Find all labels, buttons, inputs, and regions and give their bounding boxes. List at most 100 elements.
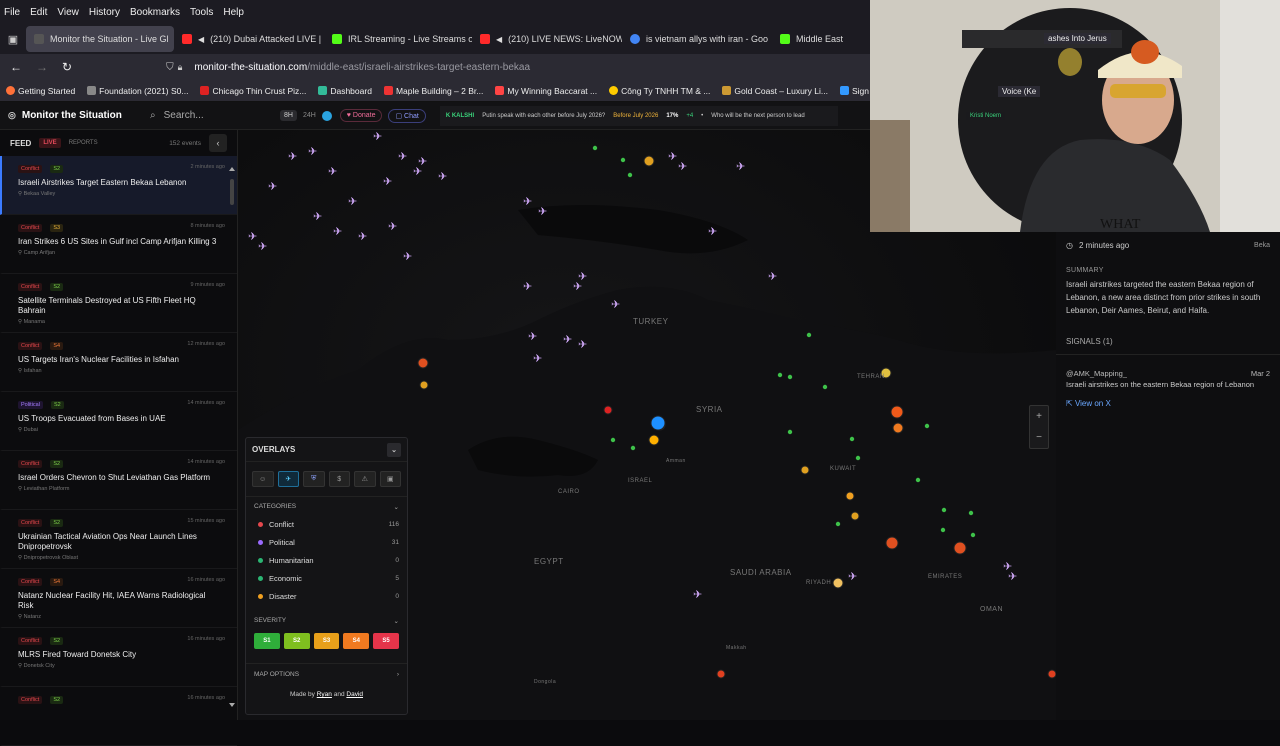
menu-file[interactable]: File [4, 7, 20, 18]
telegram-icon[interactable] [321, 110, 332, 121]
feed-item[interactable]: Conflict S2 15 minutes ago Ukrainian Tactic… [0, 510, 237, 569]
chat-button[interactable]: ▢ Chat [388, 108, 426, 123]
minor-event-marker[interactable] [855, 455, 861, 461]
event-marker[interactable] [885, 536, 899, 550]
category-filter[interactable]: Conflict 116 [246, 515, 407, 533]
event-marker[interactable] [890, 405, 904, 419]
aircraft-icon[interactable]: ✈ [611, 299, 620, 311]
tab-middle-east[interactable]: Middle East [772, 26, 852, 52]
aircraft-icon[interactable]: ✈ [848, 571, 857, 583]
view-on-x-link[interactable]: ⇱ View on X [1056, 389, 1280, 418]
event-marker[interactable] [648, 434, 660, 446]
address-bar[interactable]: ⛉ 🔒︎ monitor-the-situation.com/middle-ea… [166, 62, 530, 73]
aircraft-icon[interactable]: ✈ [388, 221, 397, 233]
minor-event-marker[interactable] [915, 477, 921, 483]
aircraft-icon[interactable]: ✈ [288, 151, 297, 163]
aircraft-icon[interactable]: ✈ [418, 156, 427, 168]
aircraft-icon[interactable]: ✈ [668, 151, 677, 163]
bookmark-item[interactable]: Maple Building – 2 Br... [383, 86, 483, 96]
severity-section[interactable]: SEVERITY ⌄ [246, 605, 407, 629]
speaker-icon[interactable]: ◀ [198, 35, 204, 44]
bookmark-item[interactable]: Gold Coast – Luxury Li... [722, 86, 828, 96]
aircraft-icon[interactable]: ✈ [1003, 561, 1012, 573]
url-text[interactable]: monitor-the-situation.com/middle-east/is… [194, 62, 530, 73]
aircraft-icon[interactable]: ✈ [533, 353, 542, 365]
feed-scrollbar[interactable] [228, 165, 236, 710]
scroll-up-icon[interactable] [229, 167, 235, 171]
chevron-down-icon[interactable]: ⌄ [387, 442, 401, 457]
people-layer-icon[interactable]: ☺ [252, 471, 274, 487]
categories-section[interactable]: CATEGORIES ⌄ [246, 497, 407, 515]
minor-event-marker[interactable] [835, 521, 841, 527]
event-marker[interactable] [643, 155, 655, 167]
feed-item[interactable]: Conflict S2 16 minutes ago [0, 687, 237, 746]
menu-edit[interactable]: Edit [30, 7, 47, 18]
menu-history[interactable]: History [89, 7, 120, 18]
category-filter[interactable]: Humanitarian 0 [246, 551, 407, 569]
lock-icon[interactable]: 🔒︎ [178, 62, 183, 73]
map-options-row[interactable]: MAP OPTIONS › [246, 663, 407, 685]
scroll-down-icon[interactable] [229, 703, 235, 707]
bookmark-item[interactable]: Chicago Thin Crust Piz... [200, 86, 306, 96]
aircraft-icon[interactable]: ✈ [528, 331, 537, 343]
tab-dubai[interactable]: ◀ (210) Dubai Attacked LIVE | ✕ [174, 26, 324, 52]
aircraft-icon[interactable]: ✈ [678, 161, 687, 173]
feed-item[interactable]: Conflict S2 14 minutes ago Israel Orders Ch… [0, 451, 237, 510]
aircraft-icon[interactable]: ✈ [403, 251, 412, 263]
back-icon[interactable]: ← [10, 60, 22, 74]
aircraft-icon[interactable]: ✈ [308, 146, 317, 158]
aircraft-icon[interactable]: ✈ [258, 241, 267, 253]
aircraft-icon[interactable]: ✈ [523, 196, 532, 208]
range-24h-button[interactable]: 24H [303, 112, 316, 119]
aircraft-icon[interactable]: ✈ [563, 334, 572, 346]
zoom-in-icon[interactable]: + [1036, 411, 1042, 422]
minor-event-marker[interactable] [806, 332, 812, 338]
event-marker[interactable] [800, 465, 810, 475]
event-marker[interactable] [845, 491, 855, 501]
feed-tab[interactable]: FEED [10, 139, 31, 148]
feed-item[interactable]: Conflict S3 8 minutes ago Iran Strikes 6 US… [0, 215, 237, 274]
minor-event-marker[interactable] [849, 436, 855, 442]
minor-event-marker[interactable] [940, 527, 946, 533]
category-filter[interactable]: Economic 5 [246, 569, 407, 587]
chevron-right-icon[interactable]: › [397, 671, 399, 678]
economy-layer-icon[interactable]: $ [328, 471, 350, 487]
aircraft-icon[interactable]: ✈ [438, 171, 447, 183]
bookmark-item[interactable]: Dashboard [318, 86, 372, 96]
tab-monitor[interactable]: Monitor the Situation - Live Gl ✕ [26, 26, 174, 52]
severity-s5-button[interactable]: S5 [373, 633, 399, 649]
event-marker[interactable] [832, 577, 844, 589]
overlays-header[interactable]: OVERLAYS ⌄ [246, 438, 407, 462]
feed-item[interactable]: Conflict S4 16 minutes ago Natanz Nuclear F… [0, 569, 237, 628]
aircraft-icon[interactable]: ✈ [736, 161, 745, 173]
event-marker[interactable] [953, 541, 967, 555]
category-filter[interactable]: Disaster 0 [246, 587, 407, 605]
reports-tab[interactable]: REPORTS [69, 140, 98, 146]
author-link[interactable]: David [346, 691, 363, 698]
minor-event-marker[interactable] [787, 429, 793, 435]
signal-source[interactable]: @AMK_Mapping_ [1066, 369, 1127, 378]
tab-irl[interactable]: IRL Streaming - Live Streams o ✕ [324, 26, 472, 52]
menu-bookmarks[interactable]: Bookmarks [130, 7, 180, 18]
search-input[interactable]: Search... [164, 110, 204, 121]
aircraft-icon[interactable]: ✈ [313, 211, 322, 223]
live-tab[interactable]: LIVE [39, 138, 61, 148]
minor-event-marker[interactable] [941, 507, 947, 513]
speaker-icon[interactable]: ◀ [496, 35, 502, 44]
collapse-chevron-icon[interactable]: ‹ [209, 134, 227, 152]
aircraft-icon[interactable]: ✈ [333, 226, 342, 238]
minor-event-marker[interactable] [924, 423, 930, 429]
aircraft-icon[interactable]: ✈ [373, 131, 382, 143]
brand[interactable]: ◎ Monitor the Situation [0, 110, 150, 121]
event-marker[interactable] [650, 415, 666, 431]
event-marker[interactable] [417, 357, 429, 369]
aircraft-icon[interactable]: ✈ [538, 206, 547, 218]
reload-icon[interactable]: ↻ [62, 60, 72, 74]
event-marker[interactable] [603, 405, 613, 415]
minor-event-marker[interactable] [968, 510, 974, 516]
range-8h-button[interactable]: 8H [280, 110, 297, 121]
minor-event-marker[interactable] [610, 437, 616, 443]
bookmark-item[interactable]: Foundation (2021) S0... [87, 86, 188, 96]
aircraft-icon[interactable]: ✈ [348, 196, 357, 208]
feed-item[interactable]: Conflict S2 2 minutes ago Israeli Airstrike… [0, 156, 237, 215]
